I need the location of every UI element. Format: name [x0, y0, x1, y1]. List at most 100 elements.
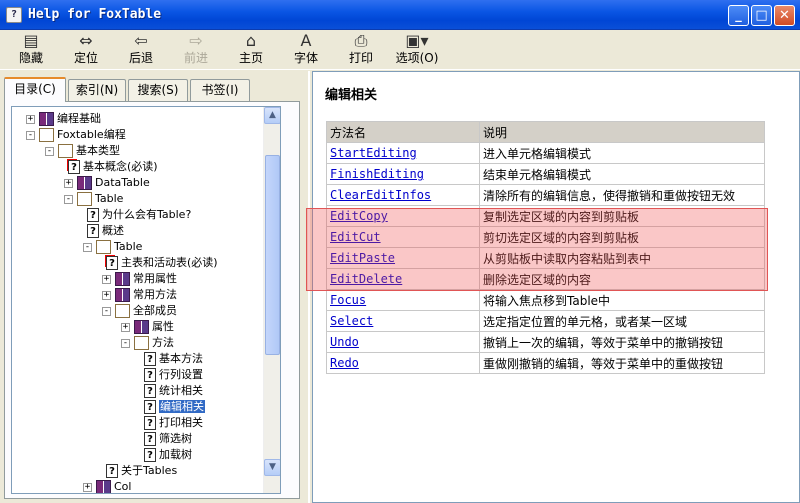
tree-item[interactable]: + 编程基础 — [26, 111, 101, 127]
method-link[interactable]: EditCopy — [330, 209, 388, 223]
expand-icon[interactable]: + — [83, 482, 92, 492]
expand-icon[interactable]: + — [121, 322, 130, 332]
method-link[interactable]: StartEditing — [330, 146, 417, 160]
collapse-icon[interactable]: - — [64, 194, 73, 204]
tree-item[interactable]: ? 主表和活动表(必读) — [102, 255, 218, 271]
minimize-button[interactable]: _ — [728, 5, 749, 26]
scroll-down-icon[interactable]: ▼ — [264, 459, 280, 476]
open-book-icon — [58, 144, 73, 158]
collapse-icon[interactable]: - — [26, 130, 35, 140]
method-cell: Focus — [326, 289, 480, 311]
tree-item[interactable]: ? 基本方法 — [140, 351, 203, 367]
scroll-up-icon[interactable]: ▲ — [264, 107, 280, 124]
navigation-pane: 目录(C) 索引(N) 搜索(S) 书签(I) + 编程基础 - Foxtable编程… — [0, 71, 310, 503]
help-page-icon: ? — [106, 464, 118, 478]
hide-button[interactable]: ▤ 隐藏 — [6, 32, 56, 68]
method-link[interactable]: Select — [330, 314, 373, 328]
column-header-method: 方法名 — [326, 121, 480, 143]
tree-item[interactable]: - Table — [64, 191, 123, 207]
tree-item[interactable]: ? 加载树 — [140, 447, 192, 463]
print-button[interactable]: ⎙ 打印 — [336, 32, 386, 68]
collapse-icon[interactable]: - — [45, 146, 54, 156]
expand-icon[interactable]: + — [26, 114, 35, 124]
collapse-icon[interactable]: - — [121, 338, 130, 348]
scroll-thumb[interactable] — [265, 155, 280, 355]
closed-book-icon — [39, 112, 54, 126]
expand-icon[interactable]: + — [102, 290, 111, 300]
tree-item[interactable]: ? 基本概念(必读) — [64, 159, 158, 175]
help-page-icon: ? — [87, 208, 99, 222]
options-icon: ▣▾ — [405, 31, 429, 50]
expand-icon[interactable]: + — [102, 274, 111, 284]
method-link[interactable]: Focus — [330, 293, 366, 307]
font-button[interactable]: A 字体 — [281, 32, 331, 68]
tree-item[interactable]: - 全部成员 — [102, 303, 177, 319]
tree-item-label: 常用方法 — [133, 288, 177, 301]
tree-item[interactable]: ? 筛选树 — [140, 431, 192, 447]
content-pane: 编辑相关 方法名 说明 StartEditing 进入单元格编辑模式 FinishE… — [306, 71, 800, 503]
collapse-icon[interactable]: - — [102, 306, 111, 316]
new-help-page-icon: ? — [68, 160, 80, 174]
tree-item[interactable]: ? 打印相关 — [140, 415, 203, 431]
contents-tree[interactable]: + 编程基础 - Foxtable编程 - 基本类型? 基本概念(必读) + DataTable… — [11, 106, 281, 494]
method-link[interactable]: ClearEditInfos — [330, 188, 431, 202]
tree-item[interactable]: - Table — [83, 239, 142, 255]
description-cell: 剪切选定区域的内容到剪贴板 — [479, 226, 765, 248]
method-link[interactable]: EditPaste — [330, 251, 395, 265]
hide-icon: ▤ — [23, 31, 39, 50]
tree-item[interactable]: ? 编辑相关 — [140, 399, 205, 415]
collapse-icon[interactable]: - — [83, 242, 92, 252]
tree-item[interactable]: ? 行列设置 — [140, 367, 203, 383]
tree-item-label: 打印相关 — [159, 416, 203, 429]
locate-button[interactable]: ⇔ 定位 — [61, 32, 111, 68]
tab-contents[interactable]: 目录(C) — [4, 77, 66, 102]
tree-item[interactable]: ? 概述 — [83, 223, 124, 239]
tree-item[interactable]: + 常用方法 — [102, 287, 177, 303]
options-button[interactable]: ▣▾ 选项(O) — [389, 32, 445, 68]
table-row: Undo 撤销上一次的编辑，等效于菜单中的撤销按钮 — [326, 331, 765, 353]
method-link[interactable]: FinishEditing — [330, 167, 424, 181]
method-link[interactable]: Undo — [330, 335, 359, 349]
window-title: Help for FoxTable — [28, 7, 162, 22]
tab-index[interactable]: 索引(N) — [68, 79, 126, 101]
table-body: StartEditing 进入单元格编辑模式 FinishEditing 结束单元格编… — [326, 142, 765, 374]
tree-item[interactable]: - 基本类型 — [45, 143, 120, 159]
tree-item[interactable]: + Col — [83, 479, 131, 493]
method-cell: Redo — [326, 352, 480, 374]
font-icon: A — [300, 31, 312, 50]
tab-search[interactable]: 搜索(S) — [128, 79, 188, 101]
tree-item[interactable]: ? 为什么会有Table? — [83, 207, 191, 223]
tree-item-label: 为什么会有Table? — [102, 208, 192, 221]
tree-item-label: DataTable — [95, 176, 150, 189]
help-page-icon: ? — [144, 368, 156, 382]
method-link[interactable]: EditCut — [330, 230, 381, 244]
tree-item[interactable]: - 方法 — [121, 335, 174, 351]
tree-item[interactable]: ? 统计相关 — [140, 383, 203, 399]
close-button[interactable]: ✕ — [774, 5, 795, 26]
forward-button[interactable]: ⇨ 前进 — [171, 32, 221, 68]
help-page-icon: ? — [144, 352, 156, 366]
help-page-icon: ? — [144, 400, 156, 414]
closed-book-icon — [115, 272, 130, 286]
table-row: EditPaste 从剪贴板中读取内容粘贴到表中 — [326, 247, 765, 269]
expand-icon[interactable]: + — [64, 178, 73, 188]
table-header-row: 方法名 说明 — [326, 121, 765, 143]
tree-item[interactable]: + 属性 — [121, 319, 174, 335]
home-button[interactable]: ⌂ 主页 — [226, 32, 276, 68]
maximize-button[interactable]: □ — [751, 5, 772, 26]
method-link[interactable]: Redo — [330, 356, 359, 370]
tree-item[interactable]: ? 关于Tables — [102, 463, 177, 479]
tree-item[interactable]: + 常用属性 — [102, 271, 177, 287]
tree-item[interactable]: + DataTable — [64, 175, 150, 191]
vertical-scrollbar[interactable]: ▲ ▼ — [263, 107, 280, 493]
method-cell: StartEditing — [326, 142, 480, 164]
method-cell: EditPaste — [326, 247, 480, 269]
tab-bookmarks[interactable]: 书签(I) — [190, 79, 250, 101]
column-header-description: 说明 — [479, 121, 765, 143]
method-link[interactable]: EditDelete — [330, 272, 402, 286]
tree-item-label: Table — [95, 192, 124, 205]
tree-item[interactable]: - Foxtable编程 — [26, 127, 126, 143]
tree-item-label: 基本类型 — [76, 144, 120, 157]
back-button[interactable]: ⇦ 后退 — [116, 32, 166, 68]
toolbar: ▤ 隐藏 ⇔ 定位 ⇦ 后退 ⇨ 前进 ⌂ 主页 A 字体 ⎙ 打印 ▣▾ 选项… — [0, 30, 800, 70]
